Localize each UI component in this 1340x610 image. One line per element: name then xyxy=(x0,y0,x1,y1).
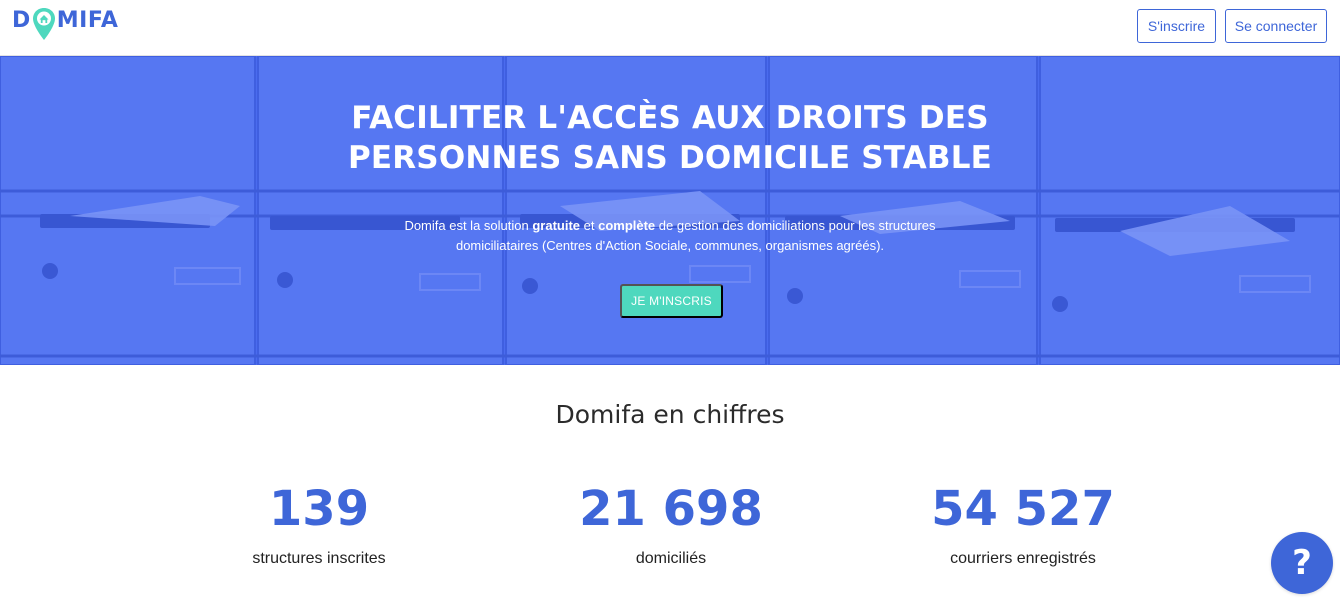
hero-banner: FACILITER L'ACCÈS AUX DROITS DES PERSONN… xyxy=(0,56,1340,365)
logo-letter-d: D xyxy=(12,8,31,33)
stat-value: 54 527 xyxy=(931,481,1115,537)
hero-desc-bold-complete: complète xyxy=(598,218,656,233)
hero-title-line-2: PERSONNES SANS DOMICILE STABLE xyxy=(347,140,993,176)
hero-desc-text-1: Domifa est la solution xyxy=(404,218,533,233)
stat-value: 139 xyxy=(268,481,370,537)
stat-label: courriers enregistrés xyxy=(950,550,1096,567)
stat-domicilies: 21 698 domiciliés xyxy=(491,478,851,568)
help-button[interactable]: ? xyxy=(1271,532,1333,594)
logo-text: MIFA xyxy=(56,8,119,33)
hero-desc-text-2: et xyxy=(580,218,599,233)
hero-title: FACILITER L'ACCÈS AUX DROITS DES PERSONN… xyxy=(0,98,1340,178)
register-cta-button[interactable]: JE M'INSCRIS xyxy=(620,284,723,318)
site-header: D MIFA S'inscrire Se connecter xyxy=(0,0,1340,56)
stat-label: domiciliés xyxy=(635,550,707,567)
login-button[interactable]: Se connecter xyxy=(1225,9,1327,43)
question-mark-icon: ? xyxy=(1292,543,1312,583)
location-pin-house-icon xyxy=(32,8,55,40)
hero-title-line-1: FACILITER L'ACCÈS AUX DROITS DES xyxy=(351,100,989,136)
stat-structures: 139 structures inscrites xyxy=(139,478,499,568)
stat-label: structures inscrites xyxy=(252,550,386,567)
signup-button[interactable]: S'inscrire xyxy=(1137,9,1216,43)
stat-courriers: 54 527 courriers enregistrés xyxy=(843,478,1203,568)
stats-title: Domifa en chiffres xyxy=(555,400,785,429)
hero-description: Domifa est la solution gratuite et compl… xyxy=(370,216,970,256)
hero-desc-bold-free: gratuite xyxy=(532,218,581,233)
stat-value: 21 698 xyxy=(579,481,763,537)
domifa-logo[interactable]: D MIFA xyxy=(12,6,118,46)
